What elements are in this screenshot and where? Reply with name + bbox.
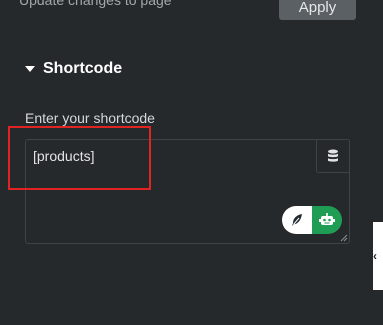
apply-button[interactable]: Apply xyxy=(279,0,356,20)
top-bar: Update changes to page Apply xyxy=(0,0,383,20)
ai-write-button[interactable] xyxy=(282,206,312,234)
caret-down-icon xyxy=(25,66,35,72)
shortcode-field-label: Enter your shortcode xyxy=(25,110,155,126)
resize-grip-icon[interactable] xyxy=(340,234,348,242)
dynamic-tags-button[interactable] xyxy=(316,139,350,173)
ai-tools-pill xyxy=(282,206,342,234)
annotation-highlight-box xyxy=(8,126,151,190)
shortcode-settings-panel: Update changes to page Apply Shortcode E… xyxy=(0,0,383,325)
ai-assistant-button[interactable] xyxy=(312,206,342,234)
section-header-shortcode[interactable]: Shortcode xyxy=(25,58,122,80)
chevron-left-icon: ‹ xyxy=(373,249,377,263)
section-title: Shortcode xyxy=(43,60,123,77)
feather-icon xyxy=(292,214,302,226)
database-icon xyxy=(328,149,338,162)
robot-icon xyxy=(319,213,335,225)
update-changes-text: Update changes to page xyxy=(19,0,172,8)
